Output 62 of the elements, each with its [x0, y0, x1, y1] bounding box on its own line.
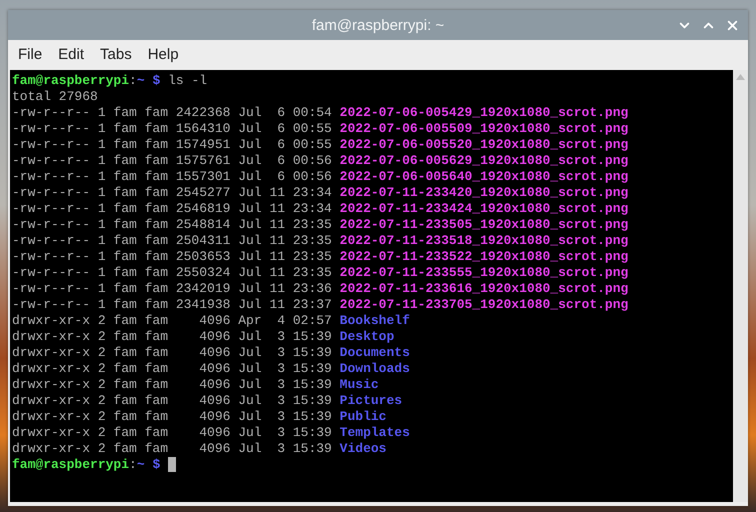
file-name: 2022-07-11-233522_1920x1080_scrot.png [340, 249, 628, 265]
file-info: drwxr-xr-x 2 fam fam 4096 Jul 3 15:39 [12, 425, 332, 441]
file-info: -rw-r--r-- 1 fam fam 2548814 Jul 11 23:35 [12, 217, 332, 233]
directory-name: Desktop [340, 329, 394, 345]
file-name: 2022-07-11-233424_1920x1080_scrot.png [340, 201, 628, 217]
prompt-path: ~ [136, 457, 145, 473]
directory-name: Videos [340, 441, 386, 457]
file-name: 2022-07-06-005629_1920x1080_scrot.png [340, 153, 628, 169]
directory-name: Music [340, 377, 379, 393]
directory-name: Pictures [340, 393, 402, 409]
file-name: 2022-07-06-005509_1920x1080_scrot.png [340, 121, 628, 137]
prompt-user-host: fam@raspberrypi [12, 457, 130, 473]
file-info: -rw-r--r-- 1 fam fam 2422368 Jul 6 00:54 [12, 105, 332, 121]
file-info: -rw-r--r-- 1 fam fam 1575761 Jul 6 00:56 [12, 153, 332, 169]
file-info: -rw-r--r-- 1 fam fam 2504311 Jul 11 23:35 [12, 233, 332, 249]
directory-name: Templates [340, 425, 410, 441]
file-name: 2022-07-11-233705_1920x1080_scrot.png [340, 297, 628, 313]
file-info: drwxr-xr-x 2 fam fam 4096 Jul 3 15:39 [12, 377, 332, 393]
file-info: -rw-r--r-- 1 fam fam 2545277 Jul 11 23:34 [12, 185, 332, 201]
file-name: 2022-07-11-233505_1920x1080_scrot.png [340, 217, 628, 233]
prompt-separator: : [129, 73, 137, 89]
directory-name: Public [340, 409, 386, 425]
file-name: 2022-07-06-005520_1920x1080_scrot.png [340, 137, 628, 153]
file-name: 2022-07-11-233420_1920x1080_scrot.png [340, 185, 628, 201]
file-name: 2022-07-11-233518_1920x1080_scrot.png [340, 233, 628, 249]
prompt-symbol: $ [152, 457, 160, 473]
prompt-path: ~ [136, 73, 145, 89]
file-info: -rw-r--r-- 1 fam fam 2503653 Jul 11 23:35 [12, 249, 332, 265]
file-info: drwxr-xr-x 2 fam fam 4096 Jul 3 15:39 [12, 409, 332, 425]
file-name: 2022-07-06-005429_1920x1080_scrot.png [340, 105, 628, 121]
file-info: -rw-r--r-- 1 fam fam 2341938 Jul 11 23:37 [12, 297, 332, 313]
command-text: ls -l [168, 73, 208, 89]
file-info: -rw-r--r-- 1 fam fam 1564310 Jul 6 00:55 [12, 121, 332, 137]
prompt-user-host: fam@raspberrypi [12, 73, 130, 89]
file-info: drwxr-xr-x 2 fam fam 4096 Jul 3 15:39 [12, 393, 332, 409]
menu-item[interactable]: File [10, 41, 50, 67]
menu-item[interactable]: Tabs [92, 41, 140, 67]
file-info: -rw-r--r-- 1 fam fam 2342019 Jul 11 23:36 [12, 281, 332, 297]
file-info: -rw-r--r-- 1 fam fam 2550324 Jul 11 23:35 [12, 265, 332, 281]
window-title: fam@raspberrypi: ~ [312, 16, 444, 34]
scroll-up-arrow-icon[interactable] [736, 74, 745, 80]
directory-name: Bookshelf [340, 313, 410, 329]
prompt-separator: : [129, 457, 137, 473]
file-info: -rw-r--r-- 1 fam fam 1557301 Jul 6 00:56 [12, 169, 332, 185]
cursor [168, 457, 176, 472]
prompt-symbol: $ [152, 73, 160, 89]
file-info: drwxr-xr-x 2 fam fam 4096 Jul 3 15:39 [12, 361, 332, 377]
file-name: 2022-07-06-005640_1920x1080_scrot.png [340, 169, 628, 185]
file-info: drwxr-xr-x 2 fam fam 4096 Jul 3 15:39 [12, 345, 332, 361]
total-text: total 27968 [12, 89, 98, 105]
file-info: -rw-r--r-- 1 fam fam 1574951 Jul 6 00:55 [12, 137, 332, 153]
file-name: 2022-07-11-233616_1920x1080_scrot.png [340, 281, 628, 297]
file-info: drwxr-xr-x 2 fam fam 4096 Jul 3 15:39 [12, 329, 332, 345]
file-info: drwxr-xr-x 2 fam fam 4096 Jul 3 15:39 [12, 441, 332, 457]
directory-name: Downloads [340, 361, 410, 377]
scrollbar[interactable] [733, 70, 748, 502]
menu-item[interactable]: Help [140, 41, 187, 67]
file-name: 2022-07-11-233555_1920x1080_scrot.png [340, 265, 628, 281]
file-info: drwxr-xr-x 2 fam fam 4096 Apr 4 02:57 [12, 313, 332, 329]
menu-item[interactable]: Edit [50, 41, 92, 67]
file-info: -rw-r--r-- 1 fam fam 2546819 Jul 11 23:34 [12, 201, 332, 217]
directory-name: Documents [340, 345, 410, 361]
